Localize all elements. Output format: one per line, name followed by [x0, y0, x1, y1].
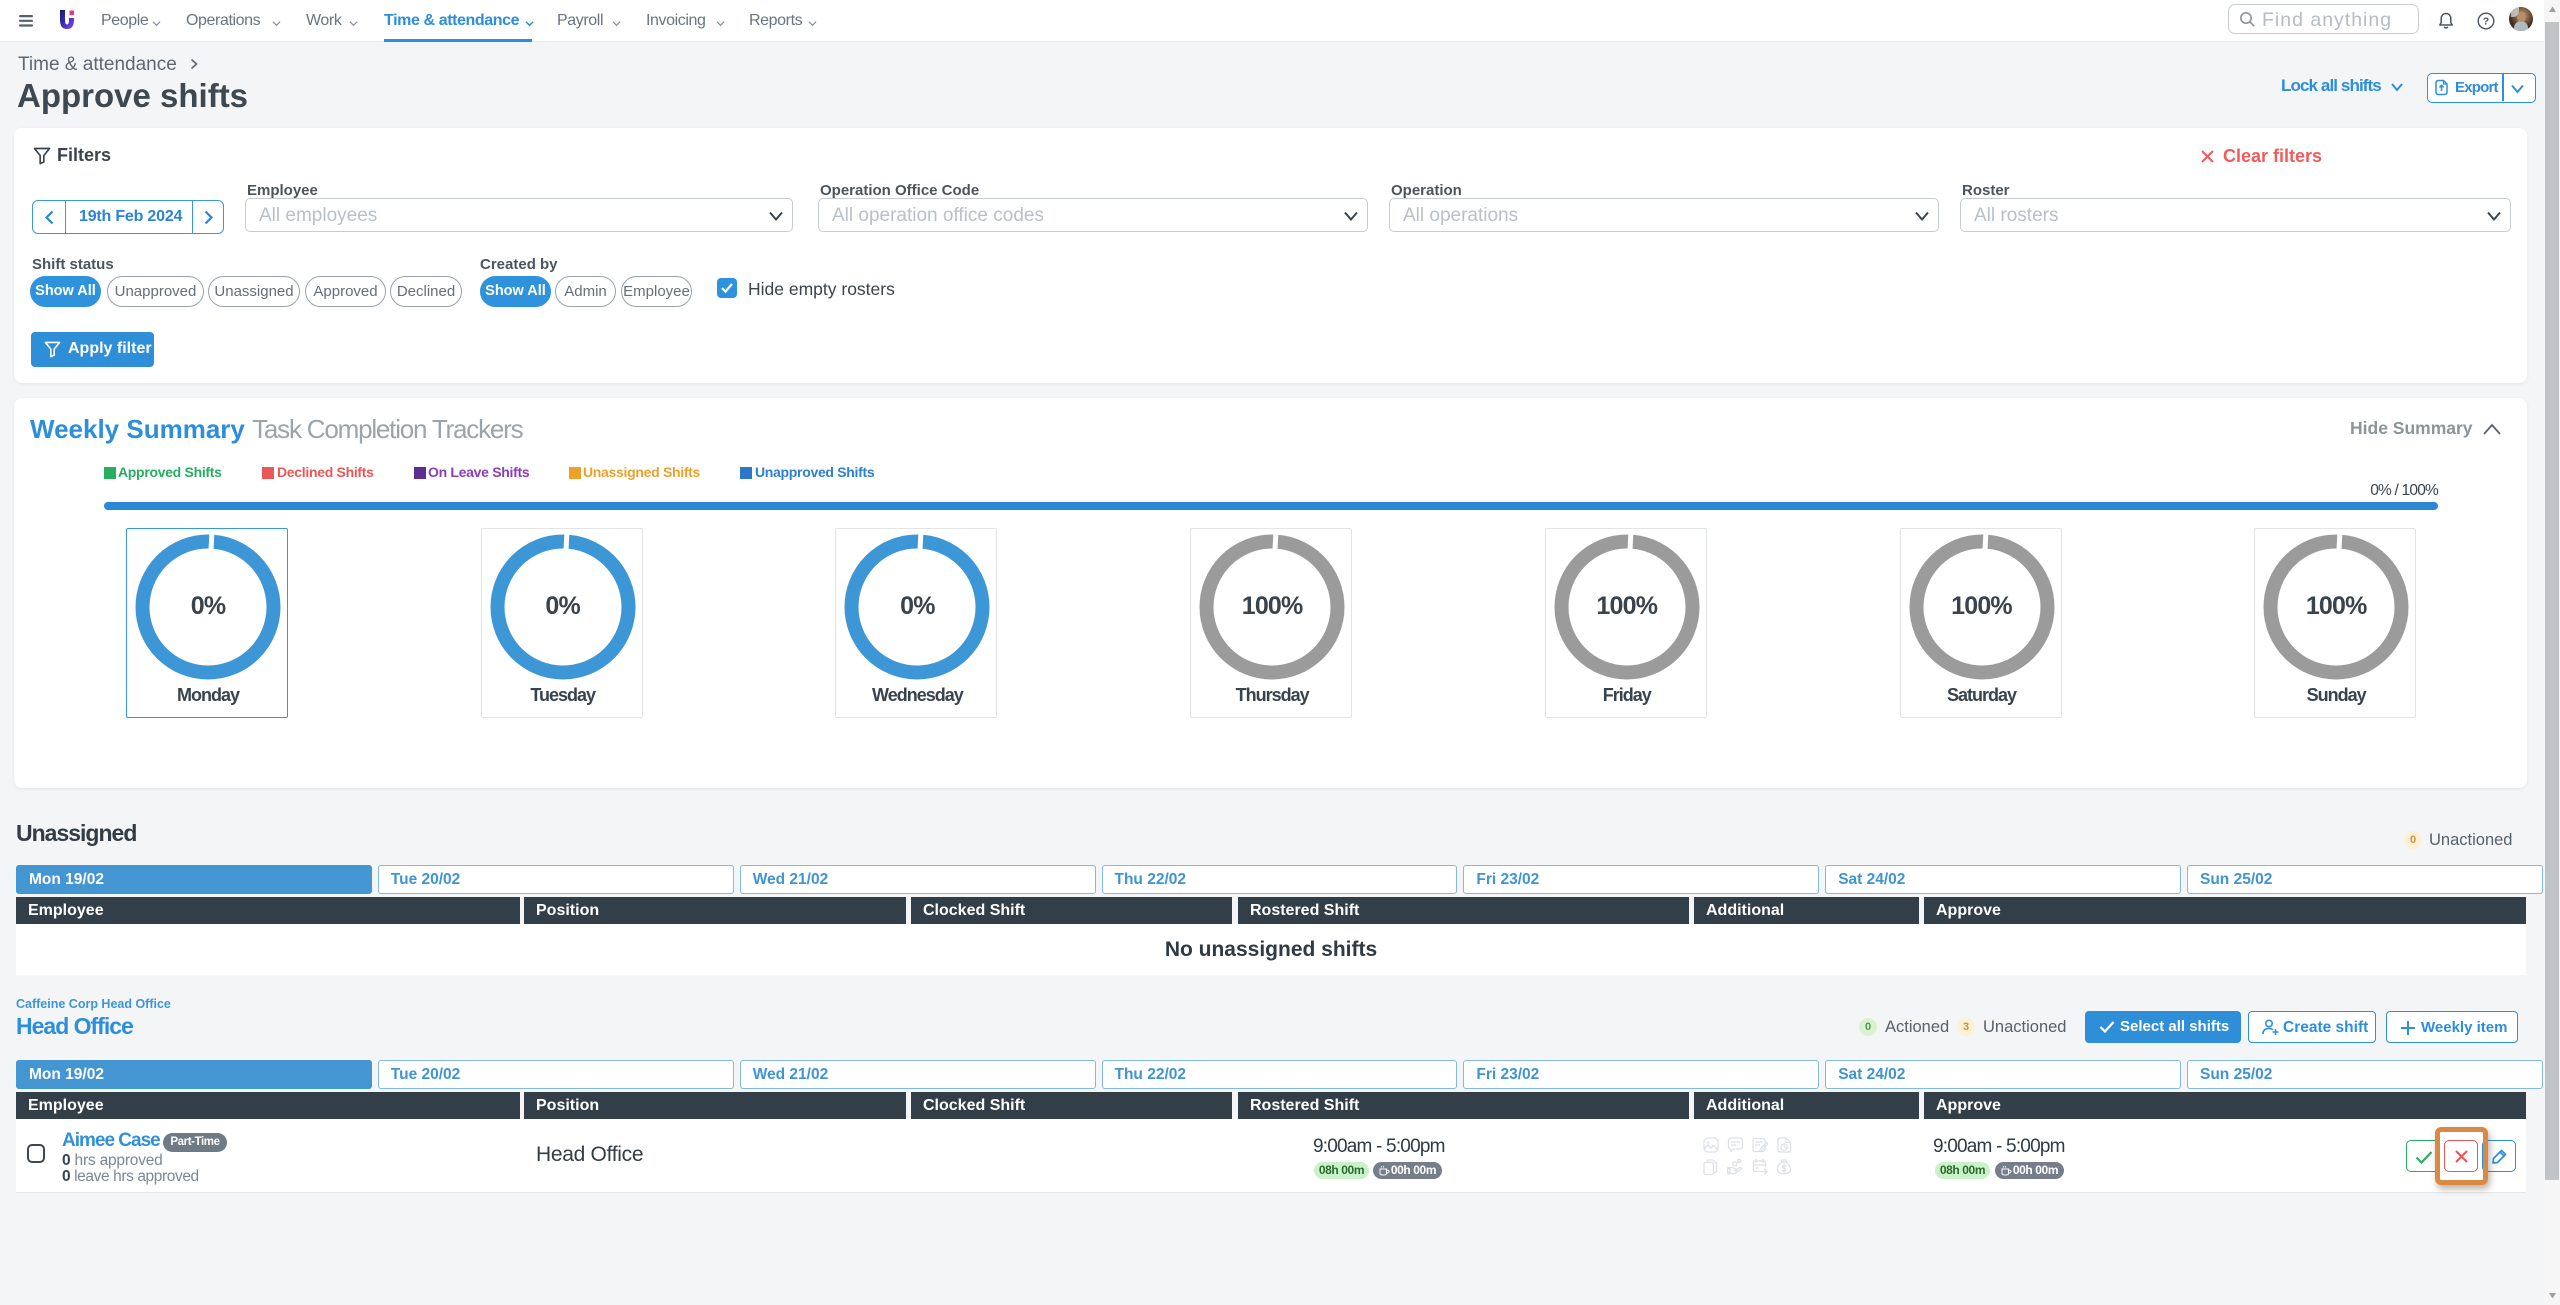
- svg-text:?: ?: [2483, 16, 2489, 28]
